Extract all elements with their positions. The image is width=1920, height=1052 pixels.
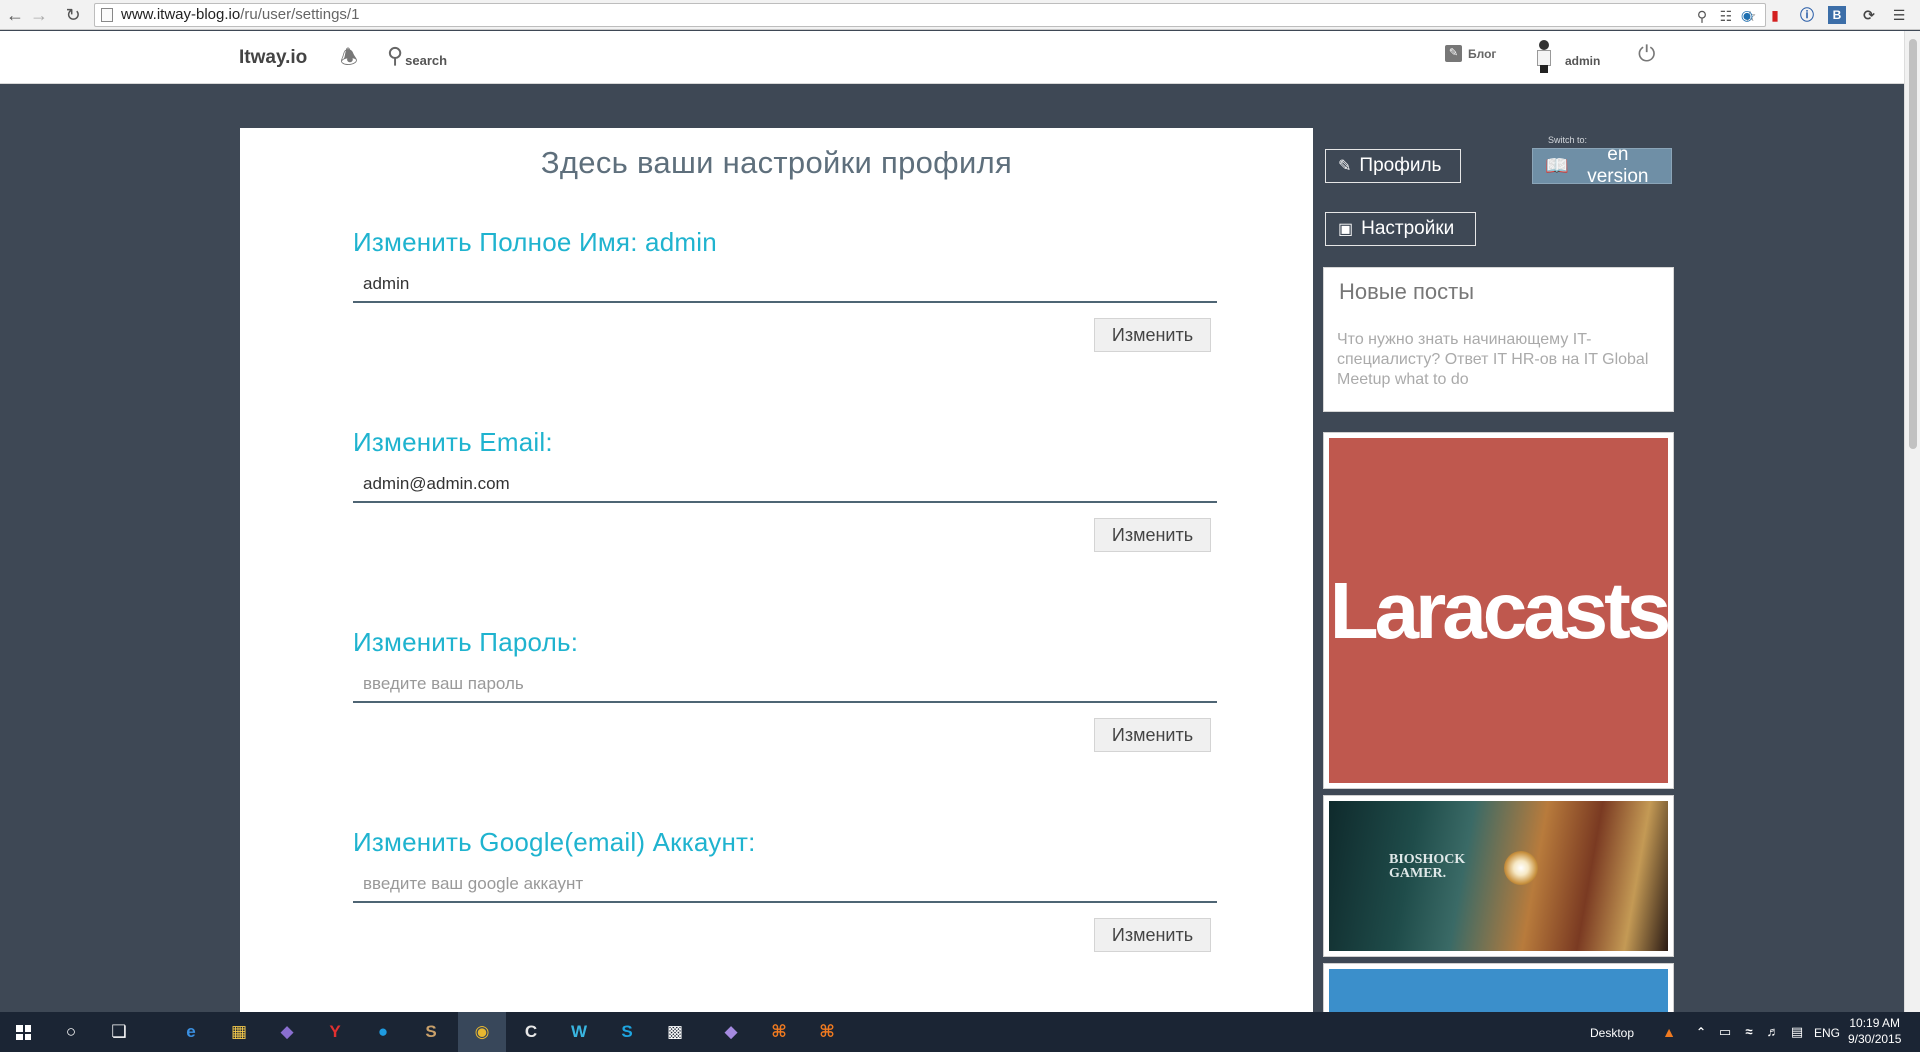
edge-icon[interactable]: e xyxy=(178,1019,204,1045)
language-label: en version xyxy=(1587,144,1649,187)
glowing-orb xyxy=(1504,851,1538,885)
reload-icon[interactable]: ↻ xyxy=(62,4,84,26)
laracasts-banner: Laracasts xyxy=(1329,438,1671,783)
bioshock-ad[interactable]: BIOSHOCK GAMER. xyxy=(1323,795,1674,957)
wifi-icon[interactable]: ≈ xyxy=(1736,1019,1762,1045)
new-posts-widget: Новые посты Что нужно знать начинающему … xyxy=(1323,267,1674,412)
taskbar: ○ ❏ e ▦ ◆ Y ● S ◉ C W S ▩ ◆ ⌘ ⌘ Desktop … xyxy=(0,1012,1920,1052)
google-account-section: Изменить Google(email) Аккаунт: Изменить xyxy=(353,827,1217,952)
change-email-button[interactable]: Изменить xyxy=(1094,518,1211,552)
chrome-icon[interactable]: ◉ xyxy=(469,1019,495,1045)
clock-time: 10:19 AM xyxy=(1849,1016,1901,1030)
page-scrollbar[interactable] xyxy=(1904,31,1920,1012)
settings-panel: Здесь ваши настройки профиля Изменить По… xyxy=(240,128,1313,1012)
page-icon xyxy=(101,8,113,22)
language-indicator[interactable]: ENG xyxy=(1814,1026,1840,1040)
task-view-icon[interactable]: ❏ xyxy=(106,1019,132,1045)
book-icon: 📖 xyxy=(1545,156,1569,177)
language-switch-button[interactable]: 📖 en version xyxy=(1532,144,1672,187)
password-section: Изменить Пароль: Изменить xyxy=(353,627,1217,752)
translate-icon[interactable]: ☷ xyxy=(1717,7,1735,25)
fullname-section: Изменить Полное Имя: admin Изменить xyxy=(353,227,1217,352)
search-label: search xyxy=(405,52,448,68)
clock-date: 9/30/2015 xyxy=(1848,1032,1902,1046)
windows-icon xyxy=(16,1025,31,1040)
blog-label: Блог xyxy=(1468,46,1497,61)
key-icon[interactable]: ⚲ xyxy=(1693,7,1711,25)
menu-icon[interactable]: ☰ xyxy=(1888,4,1910,26)
xampp-icon[interactable]: ⌘ xyxy=(766,1019,792,1045)
laracasts-ad[interactable]: Laracasts xyxy=(1323,432,1674,789)
section-title: Изменить Google(email) Аккаунт: xyxy=(353,827,756,857)
bioshock-banner: BIOSHOCK GAMER. xyxy=(1329,801,1668,951)
scrollbar-thumb[interactable] xyxy=(1909,39,1917,449)
clock[interactable]: 10:19 AM 9/30/2015 xyxy=(1848,1015,1901,1047)
volume-icon[interactable]: ♬ xyxy=(1760,1019,1786,1045)
cortana-icon[interactable]: ○ xyxy=(58,1019,84,1045)
browser-toolbar: ← → ↻ www.itway-blog.io/ru/user/settings… xyxy=(0,0,1920,30)
url-text[interactable]: www.itway-blog.io/ru/user/settings/1 xyxy=(121,6,359,24)
globe-extension-icon[interactable]: ◉ xyxy=(1736,4,1758,26)
profile-label: Профиль xyxy=(1359,155,1442,176)
forward-arrow-icon[interactable]: → xyxy=(28,4,50,26)
site-header: Itway.io 🕭 ⚲ search ✎ Блог admin ⏻ xyxy=(0,31,1904,84)
password-input[interactable] xyxy=(353,667,1217,703)
settings-button[interactable]: ▣ Настройки xyxy=(1325,212,1476,246)
search-icon: ⚲ xyxy=(387,43,404,68)
yandex-browser-icon[interactable]: Y xyxy=(322,1019,348,1045)
terminal-icon[interactable]: C xyxy=(518,1019,544,1045)
page-title: Здесь ваши настройки профиля xyxy=(540,145,1013,180)
red-extension-icon[interactable]: ▮ xyxy=(1764,4,1786,26)
site-logo[interactable]: Itway.io xyxy=(239,47,307,69)
sublime-icon[interactable]: S xyxy=(418,1019,444,1045)
skype-icon[interactable]: S xyxy=(614,1019,640,1045)
blog-link[interactable]: ✎ Блог xyxy=(1445,45,1496,62)
start-button[interactable] xyxy=(0,1012,46,1052)
settings-label: Настройки xyxy=(1361,218,1455,239)
fullname-input[interactable] xyxy=(353,267,1217,303)
xampp-second-icon[interactable]: ⌘ xyxy=(814,1019,840,1045)
avatar xyxy=(1535,39,1553,73)
new-post-link[interactable]: Что нужно знать начинающему IT-специалис… xyxy=(1337,330,1662,390)
address-bar[interactable]: www.itway-blog.io/ru/user/settings/1 ⚲ ☷… xyxy=(94,3,1766,27)
archive-icon: ▣ xyxy=(1338,221,1354,238)
search-link[interactable]: ⚲ search xyxy=(387,43,447,69)
bell-icon[interactable]: 🕭 xyxy=(340,43,358,77)
change-password-button[interactable]: Изменить xyxy=(1094,718,1211,752)
email-input[interactable] xyxy=(353,467,1217,503)
back-arrow-icon[interactable]: ← xyxy=(4,4,26,26)
user-menu[interactable]: admin xyxy=(1535,39,1600,73)
webstorm-icon[interactable]: W xyxy=(566,1019,592,1045)
section-title: Изменить Пароль: xyxy=(353,627,579,657)
section-title: Изменить Email: xyxy=(353,427,553,457)
sync-extension-icon[interactable]: ⟳ xyxy=(1858,4,1880,26)
edit-icon: ✎ xyxy=(1445,45,1462,62)
change-google-account-button[interactable]: Изменить xyxy=(1094,918,1211,952)
email-section: Изменить Email: Изменить xyxy=(353,427,1217,552)
info-extension-icon[interactable]: ⓘ xyxy=(1796,4,1818,26)
new-posts-title: Новые посты xyxy=(1339,279,1475,304)
phpstorm-icon[interactable]: ◆ xyxy=(274,1019,300,1045)
skype-blue-icon[interactable]: ● xyxy=(370,1019,396,1045)
profile-button[interactable]: ✎ Профиль xyxy=(1325,149,1461,183)
video-editor-icon[interactable]: ▩ xyxy=(662,1019,688,1045)
pencil-icon: ✎ xyxy=(1338,158,1352,175)
desktop-toolbar-label[interactable]: Desktop xyxy=(1590,1026,1634,1040)
tray-arrow-icon[interactable]: ⌃ xyxy=(1688,1019,1714,1045)
file-explorer-icon[interactable]: ▦ xyxy=(226,1019,252,1045)
notification-badge-icon[interactable]: ▲ xyxy=(1656,1019,1682,1045)
section-title: Изменить Полное Имя: admin xyxy=(353,227,717,257)
user-name: admin xyxy=(1565,54,1601,68)
action-center-icon[interactable]: ▤ xyxy=(1784,1019,1810,1045)
google-account-input[interactable] xyxy=(353,867,1217,903)
bioshock-text: BIOSHOCK GAMER. xyxy=(1389,852,1466,881)
power-icon[interactable]: ⏻ xyxy=(1638,41,1655,67)
phpstorm-second-icon[interactable]: ◆ xyxy=(718,1019,744,1045)
vk-extension-icon[interactable]: B xyxy=(1828,6,1846,24)
change-fullname-button[interactable]: Изменить xyxy=(1094,318,1211,352)
battery-icon[interactable]: ▭ xyxy=(1712,1019,1738,1045)
